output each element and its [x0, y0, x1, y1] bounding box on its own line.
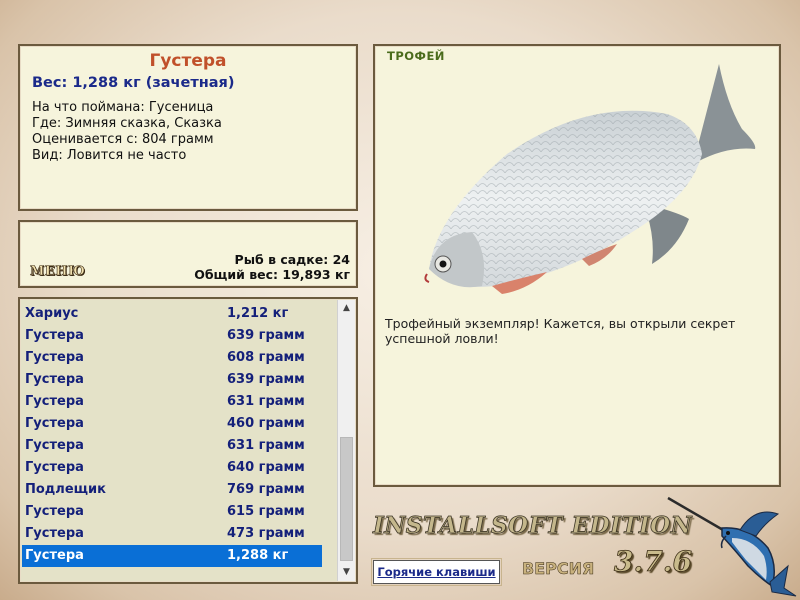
catch-fish-name: Подлещик	[25, 482, 106, 497]
catch-fish-name: Густера	[25, 372, 84, 387]
list-item[interactable]: Густера 615 грамм	[22, 501, 322, 523]
catch-fish-weight: 631 грамм	[227, 394, 305, 409]
version-label: ВЕРСИЯ	[522, 559, 595, 579]
scroll-down-arrow-icon[interactable]: ▼	[338, 564, 355, 581]
fish-name: Густера	[149, 51, 227, 71]
catch-fish-weight: 639 грамм	[227, 328, 305, 343]
list-item[interactable]: Густера 639 грамм	[22, 325, 322, 347]
trophy-panel: ТРОФЕЙ Трофейный экземпляр! Кажется, вы …	[373, 44, 781, 487]
fish-count: Рыб в садке: 24	[234, 252, 350, 267]
catch-fish-weight: 460 грамм	[227, 416, 305, 431]
menu-button[interactable]: МЕНЮ	[30, 264, 85, 280]
catch-fish-weight: 631 грамм	[227, 438, 305, 453]
fish-weight: Вес: 1,288 кг (зачетная)	[32, 75, 235, 91]
total-weight: Общий вес: 19,893 кг	[194, 267, 350, 282]
list-item[interactable]: Густера 639 грамм	[22, 369, 322, 391]
list-item[interactable]: Хариус 1,212 кг	[22, 303, 322, 325]
trophy-description: Трофейный экземпляр! Кажется, вы открыли…	[385, 316, 736, 346]
list-item[interactable]: Густера 608 грамм	[22, 347, 322, 369]
scroll-thumb[interactable]	[340, 437, 353, 561]
fish-info-panel: Густера Вес: 1,288 кг (зачетная) На что …	[18, 44, 358, 211]
catch-fish-name: Хариус	[25, 306, 79, 321]
edition-title: INSTALLSOFT EDITION	[373, 512, 693, 540]
catch-fish-weight: 769 грамм	[227, 482, 305, 497]
catch-fish-weight: 639 грамм	[227, 372, 305, 387]
catch-fish-name: Густера	[25, 504, 84, 519]
list-item-selected[interactable]: Густера 1,288 кг	[22, 545, 322, 567]
list-item[interactable]: Густера 473 грамм	[22, 523, 322, 545]
catch-fish-name: Густера	[25, 438, 84, 453]
catch-fish-weight: 615 грамм	[227, 504, 305, 519]
list-item[interactable]: Густера 640 грамм	[22, 457, 322, 479]
location-info: Где: Зимняя сказка, Сказка	[32, 116, 222, 131]
catch-fish-name: Густера	[25, 350, 84, 365]
catch-fish-name: Густера	[25, 548, 84, 563]
marlin-logo-icon	[667, 496, 797, 597]
list-item[interactable]: Густера 631 грамм	[22, 435, 322, 457]
catch-fish-name: Густера	[25, 394, 84, 409]
list-item[interactable]: Густера 460 грамм	[22, 413, 322, 435]
catch-fish-name: Густера	[25, 416, 84, 431]
catch-fish-name: Густера	[25, 526, 84, 541]
catch-fish-name: Густера	[25, 328, 84, 343]
catch-fish-weight: 640 грамм	[227, 460, 305, 475]
catch-list-body: Хариус 1,212 кг Густера 639 грамм Густера 608…	[22, 303, 322, 567]
fish-image	[424, 64, 756, 294]
scroll-up-arrow-icon[interactable]: ▲	[338, 300, 355, 317]
catch-summary-panel: МЕНЮ Рыб в садке: 24 Общий вес: 19,893 к…	[18, 220, 358, 288]
list-item[interactable]: Густера 631 грамм	[22, 391, 322, 413]
rarity-info: Вид: Ловится не часто	[32, 148, 187, 163]
hotkeys-button[interactable]: Горячие клавиши	[371, 558, 502, 586]
rating-info: Оценивается с: 804 грамм	[32, 132, 214, 147]
catch-fish-weight: 608 грамм	[227, 350, 305, 365]
scrollbar[interactable]: ▲ ▼	[337, 300, 355, 581]
catch-fish-weight: 473 грамм	[227, 526, 305, 541]
catch-fish-name: Густера	[25, 460, 84, 475]
catch-fish-weight: 1,212 кг	[227, 306, 289, 321]
bait-info: На что поймана: Гусеница	[32, 100, 214, 115]
catch-list[interactable]: Хариус 1,212 кг Густера 639 грамм Густера 608…	[18, 297, 358, 584]
catch-summary: Рыб в садке: 24 Общий вес: 19,893 кг	[194, 252, 350, 282]
catch-fish-weight: 1,288 кг	[227, 548, 289, 563]
list-item[interactable]: Подлещик 769 грамм	[22, 479, 322, 501]
